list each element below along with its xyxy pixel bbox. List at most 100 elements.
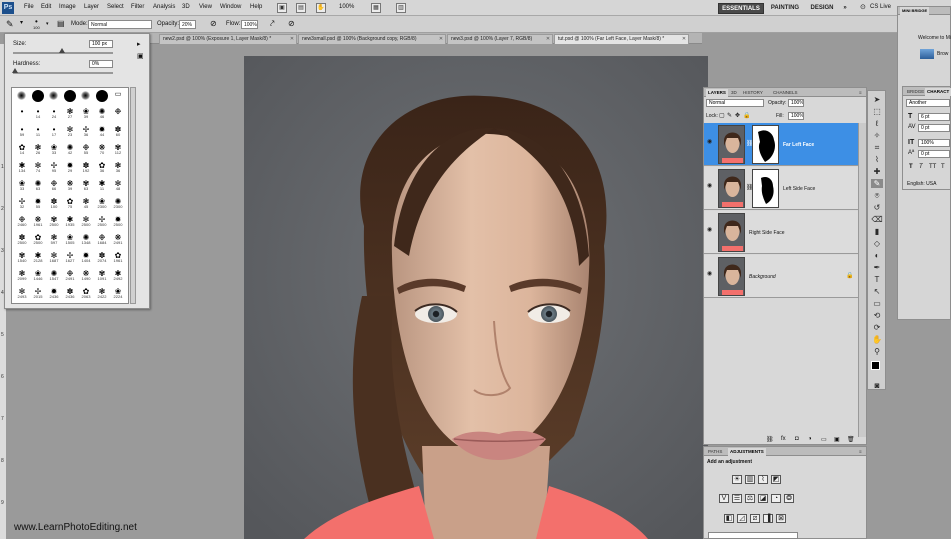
brush-preset-cell[interactable]: • 59: [14, 126, 30, 137]
vertical-scale-field[interactable]: 100%: [918, 139, 950, 147]
brush-preset-cell[interactable]: ✹ 2500: [110, 216, 126, 227]
mode-select[interactable]: Normal: [88, 20, 152, 29]
brush-preset-cell[interactable]: ✾ 1091: [94, 270, 110, 281]
zoom-tool-icon[interactable]: ⚲: [871, 347, 883, 356]
browse-files-icon[interactable]: [920, 49, 934, 59]
visibility-eye-icon[interactable]: ◉: [707, 139, 713, 145]
tab-layers[interactable]: LAYERS: [706, 89, 728, 97]
brush-preset-cell[interactable]: ❉ 2491: [62, 270, 78, 281]
type-tool-icon[interactable]: T: [871, 275, 883, 284]
brush-preset-cell[interactable]: ❋ 39: [62, 180, 78, 191]
brush-preset-cell[interactable]: ❀ 2300: [94, 198, 110, 209]
brush-preset-cell[interactable]: ✢ 95: [46, 162, 62, 173]
pressure-size-icon[interactable]: ⊘: [288, 19, 295, 28]
dodge-tool-icon[interactable]: ◐: [871, 251, 883, 260]
menu-3d[interactable]: 3D: [182, 4, 190, 10]
brush-preset-cell[interactable]: ✿ 2500: [30, 234, 46, 245]
layer-name[interactable]: Left Side Face: [783, 186, 815, 192]
gradient-map-icon[interactable]: ▐: [763, 514, 773, 523]
brush-preset-cell[interactable]: ✺ 63: [30, 180, 46, 191]
pressure-opacity-icon[interactable]: ⊘: [210, 19, 217, 28]
brush-preset-cell[interactable]: ❉ 2460: [14, 216, 30, 227]
menu-image[interactable]: Image: [59, 4, 76, 10]
visibility-eye-icon[interactable]: ◉: [707, 271, 713, 277]
invert-icon[interactable]: ◧: [724, 514, 734, 523]
brush-preset-cell[interactable]: ❀ 2224: [110, 288, 126, 299]
tab-paths[interactable]: PATHS: [706, 448, 724, 456]
layer-name[interactable]: Background: [749, 274, 776, 280]
brightness-contrast-icon[interactable]: ☀: [732, 475, 742, 484]
brush-preset-cell[interactable]: ✺ 42: [62, 144, 78, 155]
posterize-icon[interactable]: ◿: [737, 514, 747, 523]
brush-preset-cell[interactable]: ❃ 27: [62, 108, 78, 119]
tab-channels[interactable]: CHANNELS: [771, 89, 800, 97]
layer-mask-thumbnail[interactable]: [752, 125, 779, 164]
brush-preset-cell[interactable]: ✹ 55: [30, 198, 46, 209]
workspace-painting[interactable]: PAINTING: [768, 3, 802, 14]
brush-size-readout[interactable]: 100: [33, 25, 40, 30]
brush-preset-cell[interactable]: ✽ 2436: [62, 288, 78, 299]
cs-live-label[interactable]: CS Live: [870, 4, 891, 10]
brush-picker-menu-icon[interactable]: ▸: [137, 40, 141, 48]
hardness-field[interactable]: 0%: [89, 60, 113, 68]
brush-preset-cell[interactable]: ❉ 55: [78, 144, 94, 155]
brush-preset-cell[interactable]: ✢ 36: [78, 126, 94, 137]
brush-preset-cell[interactable]: ✽ 2500: [14, 234, 30, 245]
brush-preset-cell[interactable]: ✱ 11: [94, 180, 110, 191]
menu-select[interactable]: Select: [107, 4, 124, 10]
lock-position-icon[interactable]: ✥: [735, 112, 740, 119]
brush-preset-cell[interactable]: [30, 90, 46, 102]
layer-name[interactable]: Far Left Face: [783, 142, 814, 148]
brush-preset-cell[interactable]: ✹ 2436: [46, 288, 62, 299]
crop-tool-icon[interactable]: ⌗: [871, 143, 883, 152]
brush-preset-cell[interactable]: •: [14, 108, 30, 119]
add-mask-icon[interactable]: ◘: [795, 436, 799, 442]
panel-menu-icon[interactable]: ≡: [857, 448, 864, 456]
document-tab[interactable]: new3.psd @ 100% (Layer 7, RGB/8) ✕: [447, 34, 553, 44]
tab-mini-bridge[interactable]: MINI BRIDGE: [900, 7, 930, 15]
brush-preset-cell[interactable]: • 14: [30, 108, 46, 119]
hue-saturation-icon[interactable]: ☰: [732, 494, 742, 503]
brush-picker-chevron-icon[interactable]: ▾: [46, 21, 49, 27]
brush-preset-cell[interactable]: ✻ 23: [62, 126, 78, 137]
adjustment-layer-icon[interactable]: ◑: [808, 436, 812, 442]
brush-preset-cell[interactable]: ❉ 1684: [94, 234, 110, 245]
lasso-tool-icon[interactable]: ℓ: [871, 119, 883, 128]
selective-color-icon[interactable]: ⊠: [776, 514, 786, 523]
new-layer-icon[interactable]: ▣: [834, 436, 840, 443]
brush-preset-cell[interactable]: ❃ 597: [46, 234, 62, 245]
brush-preset-cell[interactable]: ❋ 70: [94, 144, 110, 155]
menu-view[interactable]: View: [199, 4, 212, 10]
brush-preset-cell[interactable]: ❀ 39: [78, 108, 94, 119]
3d-orbit-tool-icon[interactable]: ⟳: [871, 323, 883, 332]
brush-preset-cell[interactable]: ✢ 2500: [94, 216, 110, 227]
brush-preset-cell[interactable]: ✻ 74: [30, 162, 46, 173]
extras-icon[interactable]: ▦: [371, 3, 381, 13]
opacity-field[interactable]: 20%: [179, 20, 196, 29]
more-workspaces-chevron-icon[interactable]: »: [840, 3, 850, 14]
brush-preset-cell[interactable]: ✹ 29: [62, 162, 78, 173]
brush-preset-cell[interactable]: ✺ 1547: [46, 270, 62, 281]
brush-preset-cell[interactable]: ✿ 36: [94, 162, 110, 173]
brush-preset-cell[interactable]: [62, 90, 78, 102]
small-caps-button[interactable]: T: [941, 164, 945, 170]
new-preset-icon[interactable]: ▣: [137, 52, 144, 60]
menu-analysis[interactable]: Analysis: [153, 4, 175, 10]
eyedropper-tool-icon[interactable]: ⌇: [871, 155, 883, 164]
brush-preset-cell[interactable]: ❃ 2422: [94, 288, 110, 299]
layer-mask-thumbnail[interactable]: [752, 169, 779, 208]
close-icon[interactable]: ✕: [289, 36, 295, 42]
brush-preset-cell[interactable]: ✻ 1687: [46, 252, 62, 263]
layer-row-right-side-face[interactable]: ◉ Right Side Face: [704, 211, 858, 254]
brush-preset-cell[interactable]: [94, 90, 110, 102]
move-tool-icon[interactable]: ➤: [871, 95, 883, 104]
blend-mode-select[interactable]: Normal: [706, 99, 764, 107]
browse-files-label[interactable]: Brow: [937, 51, 948, 57]
document-tab[interactable]: new2.psd @ 100% (Exposure 1, Layer Mask/…: [159, 34, 297, 44]
eraser-tool-icon[interactable]: ⌫: [871, 215, 883, 224]
brush-preset-cell[interactable]: ❀ 33: [46, 144, 62, 155]
tab-character[interactable]: CHARACT: [925, 88, 951, 96]
brush-preset-cell[interactable]: ✱ 1935: [62, 216, 78, 227]
brush-preset-cell[interactable]: • 11: [30, 126, 46, 137]
brush-preset-cell[interactable]: ❋ 1490: [78, 270, 94, 281]
